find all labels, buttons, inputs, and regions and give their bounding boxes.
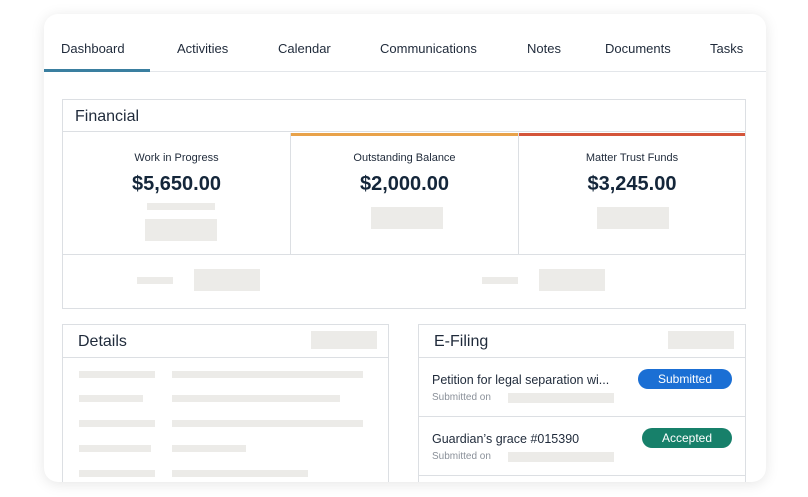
status-badge-submitted: Submitted [638,369,732,389]
placeholder-block [371,207,443,229]
placeholder-bar [172,445,246,452]
accent-bar-red [519,133,745,136]
placeholder-block [539,269,605,291]
placeholder-bar [508,452,614,462]
placeholder-bar [79,395,143,402]
placeholder-block [311,331,377,349]
tab-bar: Dashboard Activities Calendar Communicat… [44,14,766,72]
placeholder-bar [147,203,215,210]
details-title: Details [78,333,127,350]
placeholder-bar [172,420,363,427]
divider [63,357,388,358]
matter-dashboard-card: Dashboard Activities Calendar Communicat… [44,14,766,482]
tab-dashboard[interactable]: Dashboard [61,41,125,56]
placeholder-bar [79,420,155,427]
details-panel: Details [62,324,389,482]
placeholder-block [194,269,260,291]
placeholder-block [668,331,734,349]
efiling-row[interactable]: Guardian’s grace #015390 Submitted on Ac… [419,417,745,476]
metric-label: Matter Trust Funds [585,152,679,164]
accent-bar-orange [291,133,518,136]
filing-submitted-label: Submitted on [432,451,491,462]
financial-header: Financial [63,100,745,132]
metric-work-in-progress[interactable]: Work in Progress $5,650.00 [63,133,291,255]
placeholder-bar [79,445,151,452]
metric-label: Work in Progress [134,152,219,164]
efiling-panel: E-Filing Petition for legal separation w… [418,324,746,482]
placeholder-bar [482,277,518,284]
status-badge-accepted: Accepted [642,428,732,448]
financial-section: Financial Work in Progress $5,650.00 Out… [62,99,746,309]
tab-notes[interactable]: Notes [527,41,561,56]
tab-documents[interactable]: Documents [605,41,671,56]
active-tab-indicator [44,69,150,72]
metric-label: Outstanding Balance [353,152,456,164]
placeholder-bar [137,277,173,284]
placeholder-bar [172,371,363,378]
placeholder-block [145,219,217,241]
tab-tasks[interactable]: Tasks [710,41,743,56]
efiling-row[interactable]: Petition for legal separation wi... Subm… [419,358,745,417]
filing-submitted-label: Submitted on [432,392,491,403]
placeholder-bar [172,395,340,402]
placeholder-bar [79,371,155,378]
metric-value: $2,000.00 [360,173,449,195]
efiling-title: E-Filing [434,333,489,350]
metric-value: $3,245.00 [587,173,677,195]
filing-name: Petition for legal separation wi... [432,373,610,387]
placeholder-block [597,207,669,229]
metric-value: $5,650.00 [132,173,221,195]
placeholder-bar [508,393,614,403]
tab-communications[interactable]: Communications [380,41,477,56]
metric-matter-trust-funds[interactable]: Matter Trust Funds $3,245.00 [519,133,745,255]
tab-calendar[interactable]: Calendar [278,41,331,56]
tab-activities[interactable]: Activities [177,41,228,56]
placeholder-bar [79,470,155,477]
placeholder-bar [172,470,308,477]
metric-outstanding-balance[interactable]: Outstanding Balance $2,000.00 [291,133,519,255]
filing-name: Guardian’s grace #015390 [432,432,580,446]
financial-title: Financial [75,108,140,125]
